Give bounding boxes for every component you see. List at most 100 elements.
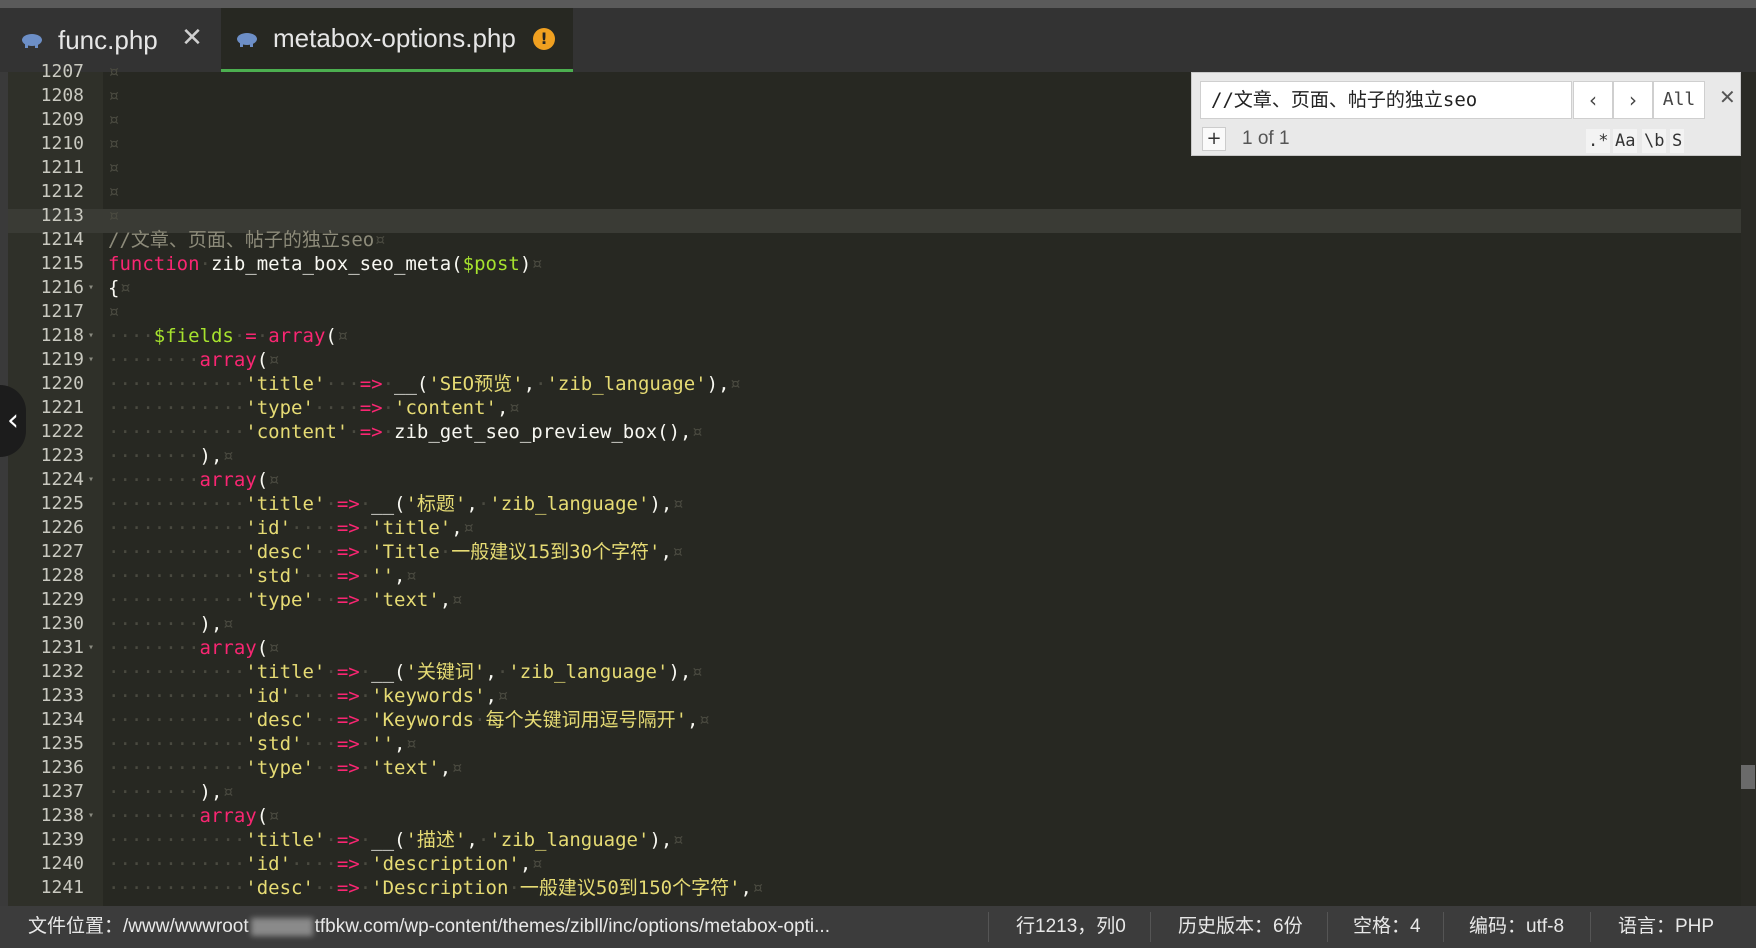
code-text[interactable]: ············'type'··=>·'text',¤ (108, 756, 463, 780)
line-number[interactable]: 1216 (8, 276, 84, 300)
code-text[interactable]: ············'title'·=>·__('关键词',·'zib_la… (108, 660, 703, 684)
code-text[interactable]: ············'id'····=>·'title',¤ (108, 516, 474, 540)
code-line[interactable]: 1222 ············'content'·=>·zib_get_seo… (0, 420, 1638, 444)
line-number[interactable]: 1234 (8, 708, 84, 732)
line-number[interactable]: 1212 (8, 180, 84, 204)
code-line[interactable]: 1212 ¤ (0, 180, 1638, 204)
code-text[interactable]: ¤ (108, 60, 119, 84)
case-sensitive-toggle[interactable]: Aa (1613, 129, 1638, 153)
line-number[interactable]: 1219 (8, 348, 84, 372)
line-number[interactable]: 1210 (8, 132, 84, 156)
code-line[interactable]: 1231 ▾ ········array(¤ (0, 636, 1638, 660)
line-number[interactable]: 1232 (8, 660, 84, 684)
fold-toggle-icon[interactable]: ▾ (88, 468, 94, 492)
code-line[interactable]: 1232 ············'title'·=>·__('关键词',·'zi… (0, 660, 1638, 684)
code-text[interactable]: ¤ (108, 180, 119, 204)
code-text[interactable]: ········array(¤ (108, 804, 280, 828)
line-number[interactable]: 1224 (8, 468, 84, 492)
line-number[interactable]: 1227 (8, 540, 84, 564)
code-text[interactable]: ············'std'···=>·'',¤ (108, 732, 417, 756)
code-line[interactable]: 1216 ▾ {¤ (0, 276, 1638, 300)
code-text[interactable]: function·zib_meta_box_seo_meta($post)¤ (108, 252, 543, 276)
in-selection-toggle[interactable]: S (1670, 129, 1685, 153)
line-number[interactable]: 1211 (8, 156, 84, 180)
code-line[interactable]: 1215 function·zib_meta_box_seo_meta($post… (0, 252, 1638, 276)
code-line[interactable]: 1228 ············'std'···=>·'',¤ (0, 564, 1638, 588)
line-number[interactable]: 1208 (8, 84, 84, 108)
fold-toggle-icon[interactable]: ▾ (88, 348, 94, 372)
code-text[interactable]: ············'desc'··=>·'Description·一般建议… (108, 876, 763, 900)
code-line[interactable]: 1239 ············'title'·=>·__('描述',·'zib… (0, 828, 1638, 852)
whole-word-toggle[interactable]: \b (1642, 129, 1667, 153)
fold-toggle-icon[interactable]: ▾ (88, 804, 94, 828)
code-line[interactable]: 1226 ············'id'····=>·'title',¤ (0, 516, 1638, 540)
code-line[interactable]: 1229 ············'type'··=>·'text',¤ (0, 588, 1638, 612)
line-number[interactable]: 1240 (8, 852, 84, 876)
code-line[interactable]: 1213 ¤ (0, 204, 1638, 228)
code-line[interactable]: 1224 ▾ ········array(¤ (0, 468, 1638, 492)
search-input[interactable]: //文章、页面、帖子的独立seo (1200, 81, 1572, 119)
code-text[interactable]: ············'id'····=>·'keywords',¤ (108, 684, 508, 708)
line-number[interactable]: 1218 (8, 324, 84, 348)
line-number[interactable]: 1231 (8, 636, 84, 660)
line-number[interactable]: 1233 (8, 684, 84, 708)
line-number[interactable]: 1239 (8, 828, 84, 852)
code-line[interactable]: 1221 ············'type'····=>·'content',¤ (0, 396, 1638, 420)
code-line[interactable]: 1238 ▾ ········array(¤ (0, 804, 1638, 828)
code-line[interactable]: 1227 ············'desc'··=>·'Title·一般建议15… (0, 540, 1638, 564)
code-text[interactable]: ········),¤ (108, 444, 234, 468)
line-number[interactable]: 1241 (8, 876, 84, 900)
fold-toggle-icon[interactable]: ▾ (88, 636, 94, 660)
scrollbar-thumb[interactable] (1741, 765, 1755, 789)
code-text[interactable]: ············'title'···=>·__('SEO预览',·'zi… (108, 372, 741, 396)
line-number[interactable]: 1228 (8, 564, 84, 588)
code-text[interactable]: {¤ (108, 276, 131, 300)
line-number[interactable]: 1213 (8, 204, 84, 228)
line-number[interactable]: 1215 (8, 252, 84, 276)
line-number[interactable]: 1217 (8, 300, 84, 324)
code-text[interactable]: ¤ (108, 108, 119, 132)
find-previous-button[interactable]: ‹ (1573, 81, 1613, 119)
code-text[interactable]: ····$fields·=·array(¤ (108, 324, 348, 348)
code-text[interactable]: ········array(¤ (108, 636, 280, 660)
line-number[interactable]: 1207 (8, 60, 84, 84)
line-number[interactable]: 1235 (8, 732, 84, 756)
code-text[interactable]: ¤ (108, 132, 119, 156)
code-line[interactable]: 1236 ············'type'··=>·'text',¤ (0, 756, 1638, 780)
line-number[interactable]: 1236 (8, 756, 84, 780)
line-number[interactable]: 1226 (8, 516, 84, 540)
code-line[interactable]: 1217 ¤ (0, 300, 1638, 324)
code-text[interactable]: ············'type'····=>·'content',¤ (108, 396, 520, 420)
code-line[interactable]: 1220 ············'title'···=>·__('SEO预览',… (0, 372, 1638, 396)
code-text[interactable]: ············'desc'··=>·'Keywords·每个关键词用逗… (108, 708, 710, 732)
code-text[interactable]: ¤ (108, 300, 119, 324)
code-line[interactable]: 1214 //文章、页面、帖子的独立seo¤ (0, 228, 1638, 252)
code-line[interactable]: 1225 ············'title'·=>·__('标题',·'zib… (0, 492, 1638, 516)
code-text[interactable]: //文章、页面、帖子的独立seo¤ (108, 228, 386, 252)
code-text[interactable]: ········array(¤ (108, 348, 280, 372)
code-text[interactable]: ¤ (108, 156, 119, 180)
close-icon[interactable]: ✕ (1719, 85, 1736, 109)
code-text[interactable]: ············'desc'··=>·'Title·一般建议15到30个… (108, 540, 683, 564)
line-number[interactable]: 1214 (8, 228, 84, 252)
find-all-button[interactable]: All (1653, 81, 1705, 119)
line-number[interactable]: 1225 (8, 492, 84, 516)
close-icon[interactable]: ✕ (180, 25, 204, 51)
line-number[interactable]: 1229 (8, 588, 84, 612)
fold-toggle-icon[interactable]: ▾ (88, 324, 94, 348)
line-number[interactable]: 1238 (8, 804, 84, 828)
indent-setting[interactable]: 空格：4 (1353, 906, 1421, 948)
code-text[interactable]: ········),¤ (108, 612, 234, 636)
code-text[interactable]: ············'id'····=>·'description',¤ (108, 852, 543, 876)
code-line[interactable]: 1211 ¤ (0, 156, 1638, 180)
line-number[interactable]: 1220 (8, 372, 84, 396)
code-text[interactable]: ¤ (108, 204, 119, 228)
find-next-button[interactable]: › (1613, 81, 1653, 119)
code-line[interactable]: 1237 ········),¤ (0, 780, 1638, 804)
fold-toggle-icon[interactable]: ▾ (88, 276, 94, 300)
code-text[interactable]: ············'std'···=>·'',¤ (108, 564, 417, 588)
code-line[interactable]: 1235 ············'std'···=>·'',¤ (0, 732, 1638, 756)
code-line[interactable]: 1219 ▾ ········array(¤ (0, 348, 1638, 372)
cursor-position[interactable]: 行1213，列0 (1016, 906, 1126, 948)
code-line[interactable]: 1241 ············'desc'··=>·'Description·… (0, 876, 1638, 900)
